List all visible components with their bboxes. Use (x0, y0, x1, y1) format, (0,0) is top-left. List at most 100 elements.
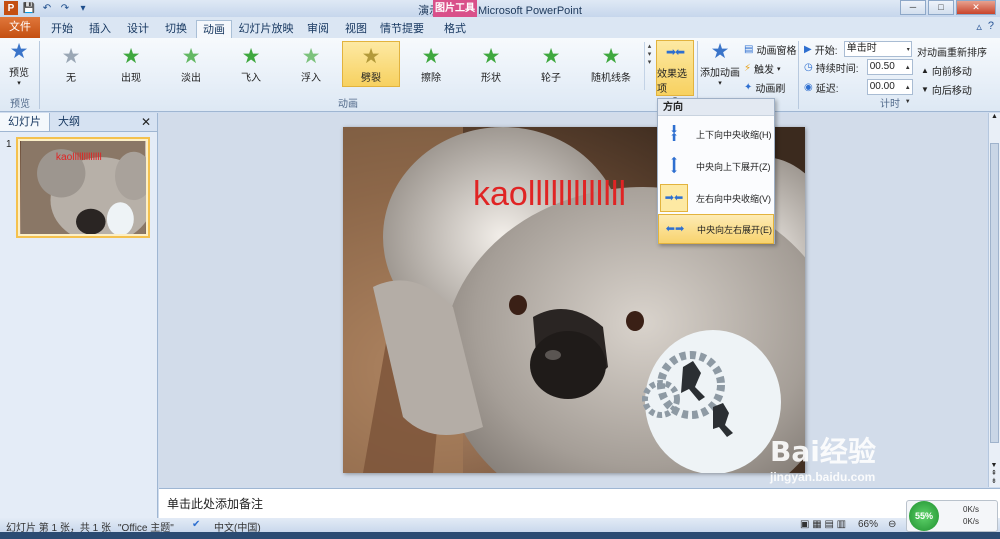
tab-home[interactable]: 开始 (44, 20, 80, 38)
animation-label: 随机线条 (591, 72, 631, 84)
tab-slides[interactable]: 幻灯片 (0, 113, 50, 131)
tab-slide-show[interactable]: 幻灯片放映 (236, 20, 296, 38)
animation-gallery: ★ 无 ★ 出现 ★ 淡出 ★ 飞入 ★ 浮入 ★ 劈裂 ★ 擦除 ★ 形状 ★ 轮子 ★ 随机线条 (42, 41, 647, 91)
menu-item-vertical-in[interactable]: ⬇ ⬆ 上下向中央收缩(H) (658, 119, 774, 149)
close-panel-icon[interactable]: ✕ (141, 115, 151, 129)
animation-option[interactable]: ★ 飞入 (222, 41, 280, 87)
tab-storyboard[interactable]: 情节提要 (376, 20, 428, 38)
preview-button[interactable]: ★ 预览 ▾ (4, 40, 34, 87)
effect-options-button[interactable]: ➡⬅ 效果选项 ▾ (656, 40, 694, 103)
picture-tools-contextual-label: 图片工具 (433, 0, 477, 17)
animation-pane-label: 动画窗格 (756, 46, 797, 57)
add-animation-button[interactable]: ★ 添加动画 ▾ (700, 40, 740, 87)
animation-label: 轮子 (541, 72, 561, 84)
animation-label: 浮入 (301, 72, 321, 84)
help-icon[interactable]: ? (988, 20, 994, 33)
status-bar: 幻灯片 第 1 张，共 1 张 "Office 主题" ✔ 中文(中国) ▣ ▦… (0, 518, 1000, 534)
tab-transitions[interactable]: 切换 (158, 20, 194, 38)
slide-thumbnail[interactable]: kaolllllllllllll (16, 137, 150, 238)
tab-animations[interactable]: 动画 (196, 20, 232, 38)
direction-header: 方向 (658, 99, 774, 116)
slides-panel: 幻灯片 大纲 ✕ 1 kaolllllllllllll (0, 113, 158, 518)
delay-input[interactable]: 00.00 ▲ ▼ (866, 79, 913, 105)
lightning-icon: ⚡ (744, 63, 752, 74)
duration-control: ◷ 持续时间: 00.50▲▼ (804, 59, 913, 85)
notes-pane[interactable]: 单击此处添加备注 (159, 488, 1000, 518)
minimize-button[interactable]: ─ (900, 0, 926, 15)
animation-star-icon: ★ (361, 44, 381, 68)
animation-star-icon: ★ (301, 44, 321, 68)
notes-placeholder: 单击此处添加备注 (167, 497, 264, 511)
add-animation-label: 添加动画 (700, 68, 740, 79)
add-animation-icon: ★ (710, 40, 730, 63)
start-label: 开始: (814, 45, 838, 57)
menu-item-horizontal-out[interactable]: ⬅➡ 中央向左右展开(E) (658, 214, 774, 244)
slide-number: 1 (6, 139, 12, 150)
trigger-button[interactable]: ⚡ 触发 ▾ (744, 61, 781, 76)
start-control: ▶ 开始: 单击时 ▾ (804, 41, 912, 57)
delay-icon: ◉ (804, 81, 813, 93)
animation-option[interactable]: ★ 轮子 (522, 41, 580, 87)
tab-insert[interactable]: 插入 (82, 20, 118, 38)
animation-pane-button[interactable]: ▤ 动画窗格 (744, 42, 796, 57)
duration-input[interactable]: 00.50▲▼ (866, 59, 913, 85)
group-label-timing: 计时 (880, 99, 900, 110)
reorder-title: 对动画重新排序 (917, 48, 987, 59)
move-earlier-label: 向前移动 (931, 67, 972, 78)
animation-painter-label: 动画刷 (755, 84, 786, 95)
animation-option[interactable]: ★ 形状 (462, 41, 520, 87)
start-select[interactable]: 单击时 ▾ (843, 41, 912, 57)
tab-outline[interactable]: 大纲 (50, 113, 88, 131)
window-title: 演示文稿1 - Microsoft PowerPoint (418, 5, 582, 17)
animation-label: 无 (66, 72, 76, 84)
windows-taskbar (0, 532, 1000, 539)
animation-label: 劈裂 (361, 72, 381, 84)
animation-star-icon: ★ (181, 44, 201, 68)
tab-format[interactable]: 格式 (436, 20, 474, 38)
group-label-animation: 动画 (338, 99, 358, 110)
tab-view[interactable]: 视图 (338, 20, 374, 38)
view-normal-icon[interactable]: ▣ ▦ ▤ ▥ (800, 519, 846, 530)
close-button[interactable]: ✕ (956, 0, 996, 15)
zoom-out-icon[interactable]: ⊖ (888, 519, 896, 530)
effect-options-icon: ➡⬅ (665, 45, 685, 59)
upload-speed: 0K/s (963, 505, 980, 514)
preview-label: 预览 (9, 68, 29, 79)
triangle-down-icon: ▼ (921, 85, 929, 94)
animation-option[interactable]: ★ 浮入 (282, 41, 340, 87)
menu-item-horizontal-in[interactable]: ➡⬅ 左右向中央收缩(V) (658, 183, 774, 213)
menu-item-vertical-out[interactable]: ⬆ ⬇ 中央向上下展开(Z) (658, 151, 774, 181)
animation-star-icon: ★ (481, 44, 501, 68)
ribbon-minimize-icon[interactable]: ▵ (976, 20, 982, 33)
network-speed-widget: 55% 0K/s 0K/s (906, 500, 998, 532)
animation-label: 淡出 (181, 72, 201, 84)
slide-title-text[interactable]: kaolllllllllllll (473, 175, 626, 213)
speed-percent: 55% (909, 501, 939, 531)
ribbon-animations: ★ 预览 ▾ 预览 ★ 无 ★ 出现 ★ 淡出 ★ 飞入 ★ 浮入 ★ 劈裂 ★ 擦除 ★ 形状 ★ 轮子 ★ 随机线… (0, 38, 1000, 112)
maximize-button[interactable]: □ (928, 0, 954, 15)
move-earlier-button[interactable]: ▲ 向前移动 (921, 63, 972, 78)
tab-design[interactable]: 设计 (120, 20, 156, 38)
animation-option[interactable]: ★ 出现 (102, 41, 160, 87)
zoom-level[interactable]: 66% (858, 519, 878, 530)
vertical-scrollbar[interactable]: ▲ ▼ ⇞ ⇟ (988, 113, 1000, 487)
animation-option[interactable]: ★ 无 (42, 41, 100, 87)
animation-option[interactable]: ★ 劈裂 (342, 41, 400, 87)
animation-star-icon: ★ (121, 44, 141, 68)
animation-option[interactable]: ★ 随机线条 (582, 41, 640, 87)
animation-painter-button[interactable]: ✦ 动画刷 (744, 80, 785, 95)
title-bar: P 💾 ↶ ↷ ▾ 演示文稿1 - Microsoft PowerPoint 图… (0, 0, 1000, 17)
animation-option[interactable]: ★ 擦除 (402, 41, 460, 87)
group-label-preview: 预览 (10, 99, 30, 110)
tab-file[interactable]: 文件 (0, 17, 40, 38)
gallery-scroll[interactable]: ▴ ▾ ▾ (644, 42, 654, 90)
animation-painter-icon: ✦ (744, 82, 753, 93)
tab-review[interactable]: 审阅 (300, 20, 336, 38)
animation-star-icon: ★ (541, 44, 561, 68)
animation-option[interactable]: ★ 淡出 (162, 41, 220, 87)
download-speed: 0K/s (963, 517, 980, 526)
delay-control: ◉ 延迟: 00.00 ▲ ▼ (804, 79, 913, 105)
duration-label: 持续时间: (815, 63, 859, 75)
spell-check-icon[interactable]: ✔ (192, 519, 200, 530)
animation-pane-icon: ▤ (744, 44, 754, 55)
